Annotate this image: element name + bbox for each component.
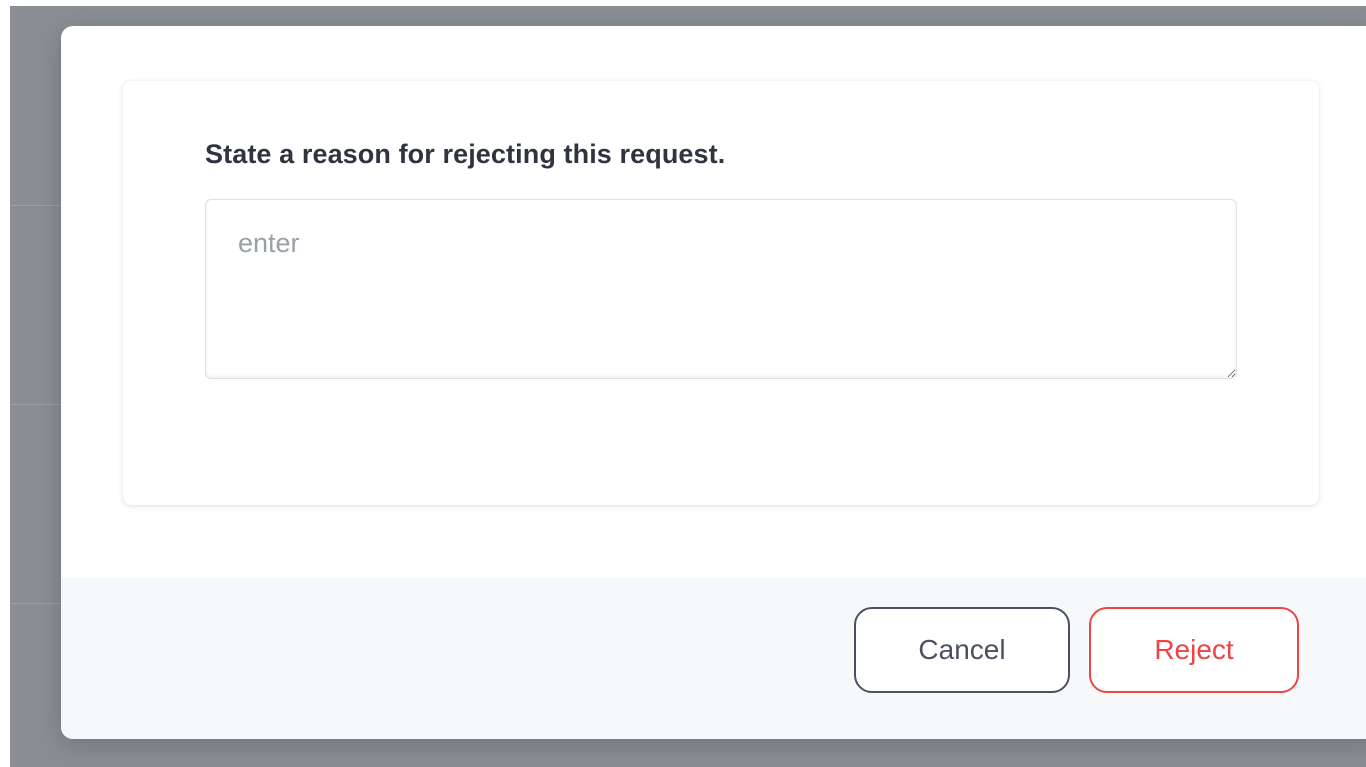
dialog-footer: Cancel Reject — [61, 578, 1366, 739]
reject-request-dialog: State a reason for rejecting this reques… — [61, 26, 1366, 739]
reason-textarea[interactable] — [205, 199, 1237, 379]
screen: State a reason for rejecting this reques… — [0, 0, 1366, 767]
cancel-button[interactable]: Cancel — [854, 607, 1070, 693]
reason-card: State a reason for rejecting this reques… — [123, 81, 1319, 505]
reason-prompt: State a reason for rejecting this reques… — [205, 139, 726, 169]
reject-button[interactable]: Reject — [1089, 607, 1299, 693]
